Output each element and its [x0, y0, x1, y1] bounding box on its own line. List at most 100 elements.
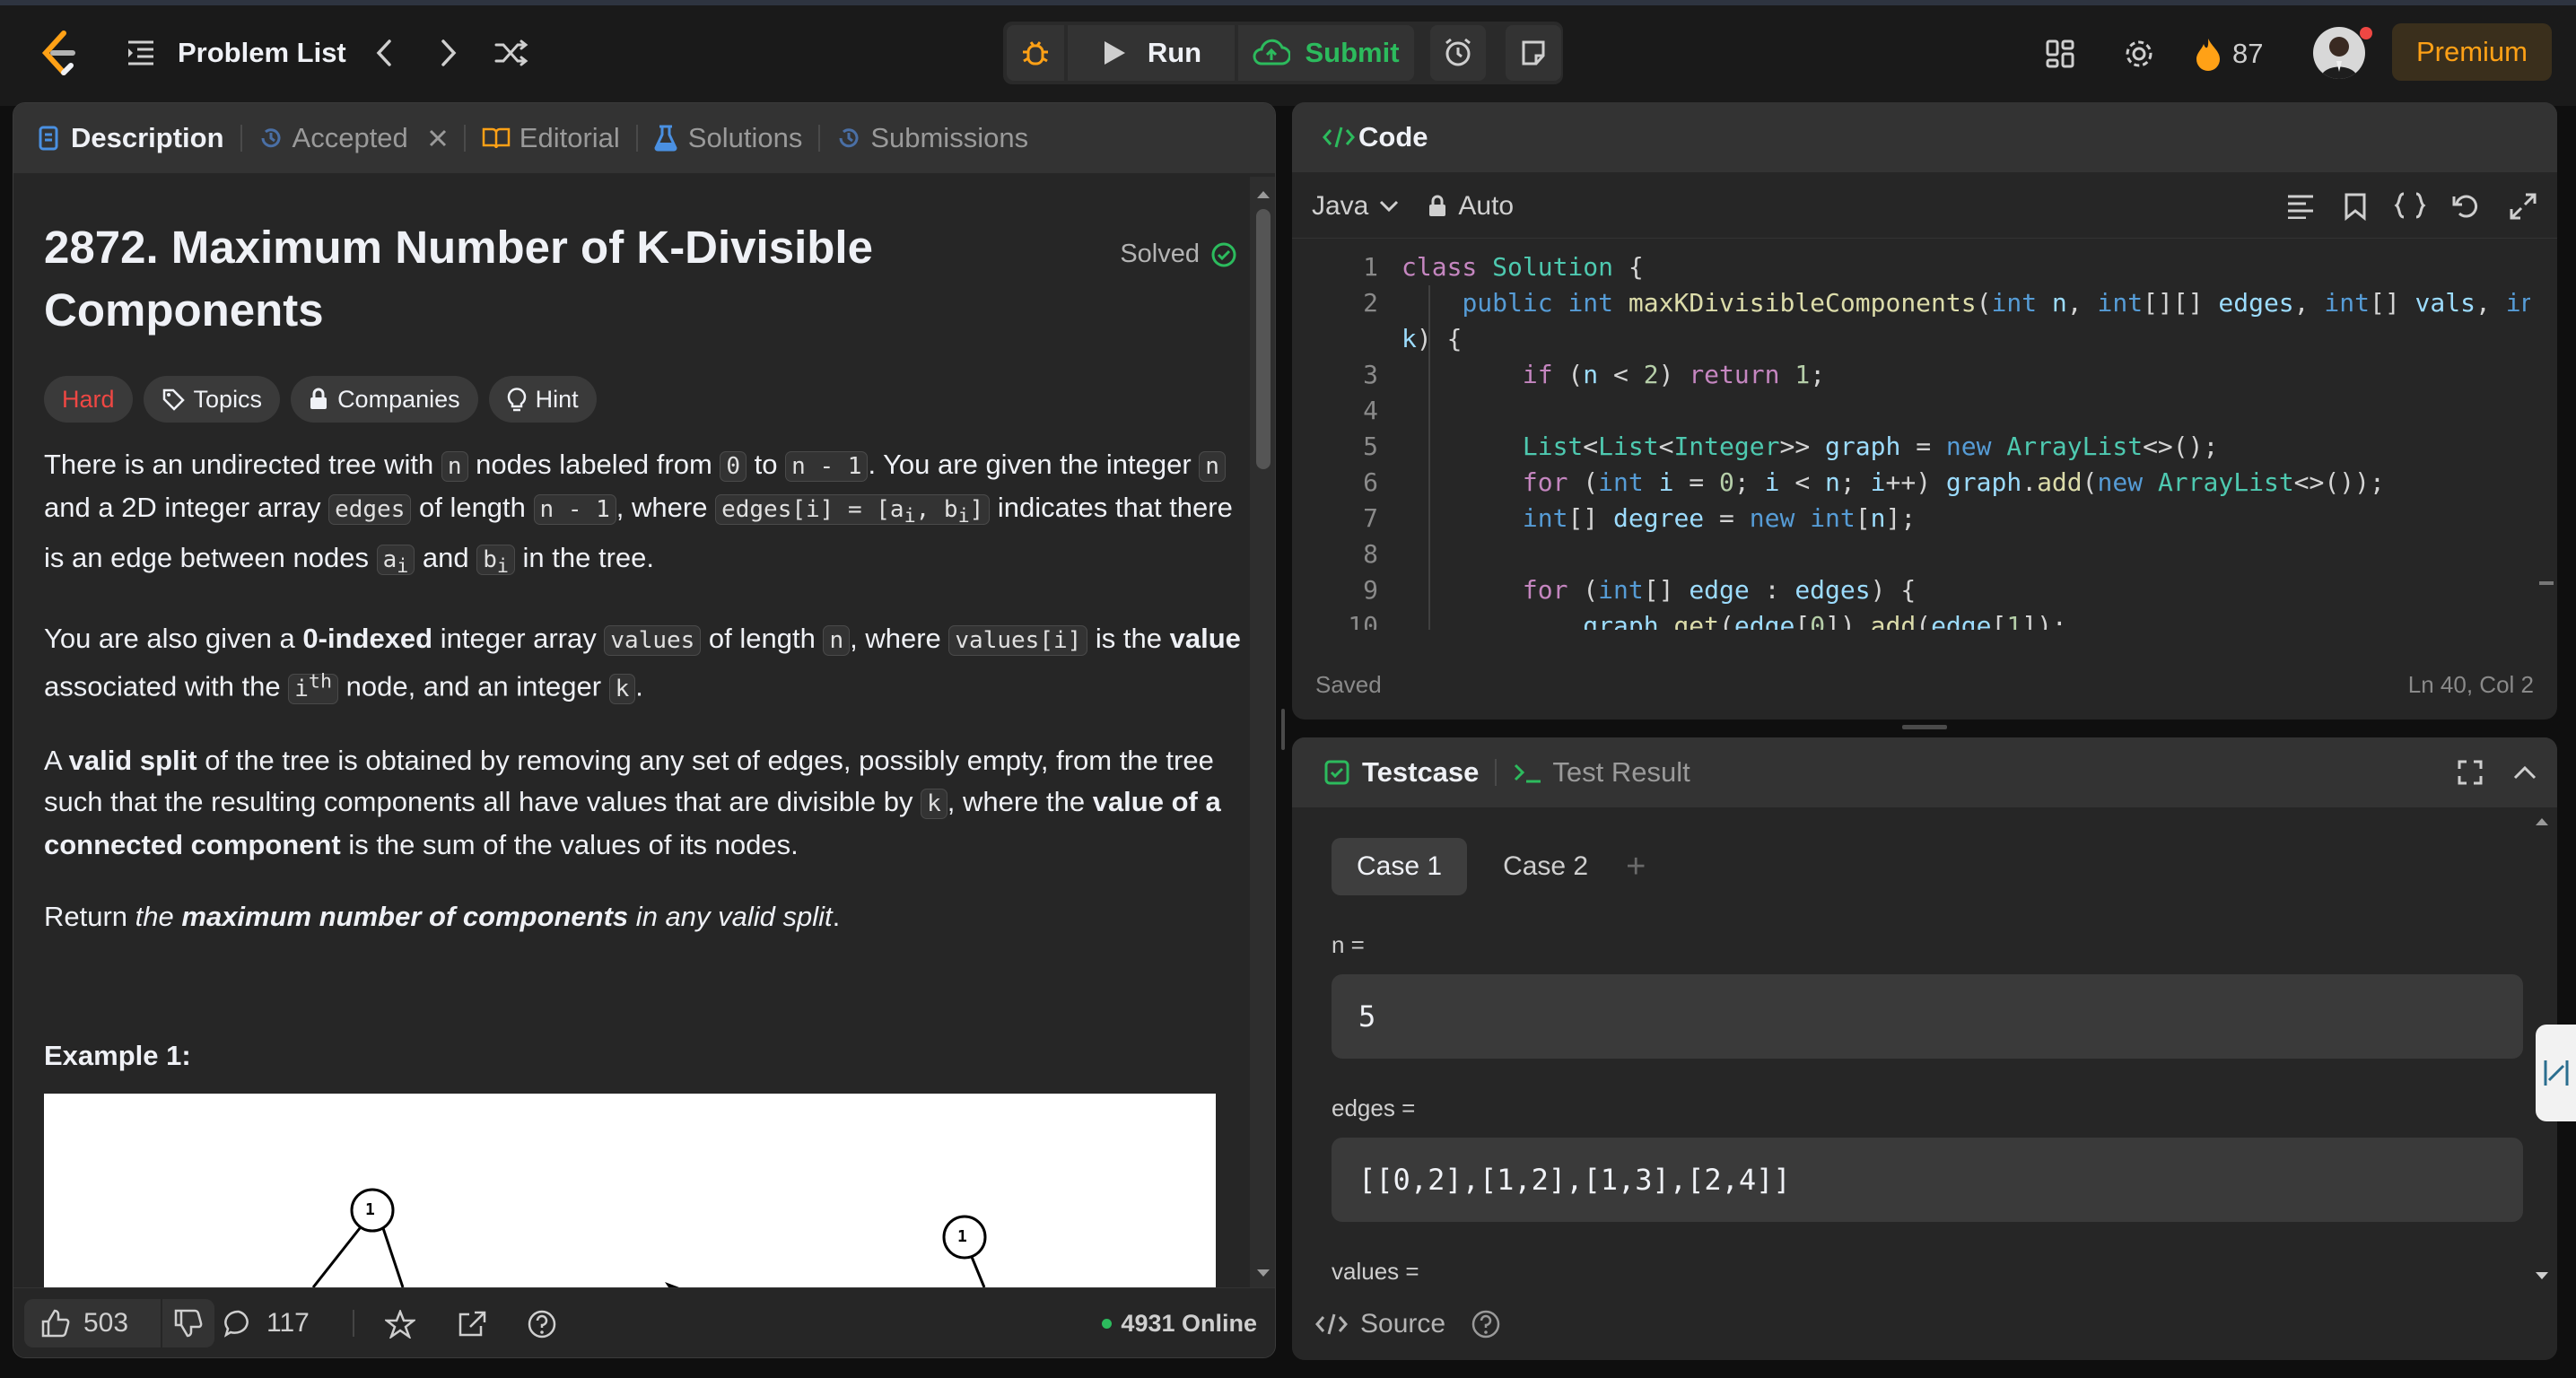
submit-label: Submit [1305, 37, 1400, 68]
bookmark-icon[interactable] [2344, 192, 2367, 221]
debug-icon[interactable] [1007, 25, 1064, 81]
add-case-button[interactable]: + [1613, 838, 1658, 895]
expand-icon[interactable] [2509, 192, 2537, 221]
tab-accepted[interactable]: Accepted [249, 103, 457, 173]
reset-icon[interactable] [2451, 192, 2480, 221]
code-line: k) { [1402, 324, 1463, 353]
tab-submissions[interactable]: Submissions [827, 103, 1037, 173]
share-icon[interactable] [457, 1310, 487, 1339]
tab-description[interactable]: Description [30, 103, 233, 173]
lightbulb-icon [507, 388, 526, 412]
code-line: for (int[] edge : edges) { [1522, 575, 1917, 605]
tab-separator [1495, 759, 1498, 786]
description-footer: 503 117 4931 Online [13, 1287, 1275, 1357]
help-icon[interactable] [1471, 1309, 1501, 1339]
line-number: 4 [1363, 396, 1378, 425]
dislike-button[interactable] [162, 1299, 214, 1347]
top-navigation-bar: Problem List Run Submit 87 Premium [0, 0, 2576, 106]
layout-grid-icon[interactable] [2042, 36, 2078, 72]
book-icon [482, 127, 511, 149]
editor-scroll-marker[interactable] [2539, 581, 2554, 585]
n-label: n = [1332, 931, 1365, 958]
like-count: 503 [83, 1308, 129, 1338]
comments-button[interactable]: 117 [223, 1299, 310, 1347]
tab-solutions[interactable]: Solutions [645, 103, 812, 173]
statement-paragraph: There is an undirected tree with n nodes… [44, 449, 1233, 579]
tab-code-label: Code [1358, 121, 1428, 153]
format-icon[interactable] [2286, 194, 2315, 219]
solved-status: Solved [1120, 240, 1237, 269]
shuffle-icon[interactable] [493, 36, 529, 70]
problem-statement: There is an undirected tree with n nodes… [44, 444, 1246, 938]
hint-chip[interactable]: Hint [488, 376, 597, 423]
lock-icon [1429, 195, 1446, 216]
help-icon[interactable] [527, 1309, 557, 1339]
companies-label: Companies [337, 385, 460, 413]
save-status: Saved [1315, 671, 1382, 698]
tab-separator [635, 125, 638, 152]
companies-chip[interactable]: Companies [291, 376, 478, 423]
list-icon[interactable] [126, 36, 156, 70]
like-button[interactable]: 503 [24, 1299, 161, 1347]
case-1-tab[interactable]: Case 1 [1332, 838, 1468, 895]
tab-test-result-label: Test Result [1552, 756, 1690, 788]
floating-side-tab[interactable] [2536, 1025, 2576, 1121]
horizontal-resize-handle[interactable] [1902, 725, 1947, 729]
language-selector[interactable]: Java [1312, 191, 1399, 222]
scrollbar-thumb[interactable] [1256, 209, 1271, 469]
star-icon[interactable] [385, 1310, 415, 1339]
run-button[interactable]: Run [1068, 25, 1235, 81]
auto-mode-toggle[interactable]: Auto [1428, 191, 1514, 222]
settings-gear-icon[interactable] [2121, 36, 2157, 72]
testcase-footer: Source [1292, 1288, 2557, 1360]
alarm-icon[interactable] [1430, 25, 1486, 81]
note-icon[interactable] [1506, 25, 1561, 81]
problem-title-line: Components [44, 284, 324, 336]
leetcode-logo[interactable] [34, 27, 79, 79]
cloud-upload-icon [1253, 39, 1291, 65]
code-tab-bar: Code [1292, 102, 2557, 172]
scroll-up-icon[interactable] [2530, 813, 2554, 831]
chevron-right-icon[interactable] [434, 36, 463, 70]
tree-node-label: 1 [957, 1227, 967, 1246]
streak-counter[interactable]: 87 [2195, 34, 2311, 74]
tab-code[interactable]: Code [1314, 102, 1437, 172]
history-icon [839, 128, 859, 148]
auto-mode-label: Auto [1458, 190, 1515, 221]
code-icon [1315, 1313, 1348, 1335]
line-number: 1 [1363, 252, 1378, 282]
description-scrollbar[interactable] [1250, 177, 1276, 1289]
source-label: Source [1360, 1309, 1446, 1339]
source-button[interactable]: Source [1315, 1309, 1445, 1339]
chevron-left-icon[interactable] [370, 36, 398, 70]
edges-input[interactable]: [[0,2],[1,2],[1,3],[2,4]] [1332, 1138, 2523, 1222]
solved-label: Solved [1120, 240, 1200, 268]
problem-list-link[interactable]: Problem List [178, 32, 346, 74]
chevron-down-icon [1380, 200, 1399, 212]
vertical-resize-handle[interactable] [1281, 709, 1285, 750]
code-line: List<List<Integer>> graph = new ArrayLis… [1522, 432, 2219, 461]
checkbox-icon [1324, 760, 1349, 785]
scroll-down-icon[interactable] [2530, 1267, 2554, 1285]
n-input[interactable]: 5 [1332, 974, 2523, 1059]
sidebar-toggle-icon [2544, 1060, 2568, 1086]
tab-editorial[interactable]: Editorial [473, 103, 629, 173]
topics-chip[interactable]: Topics [143, 376, 281, 423]
premium-button[interactable]: Premium [2392, 23, 2552, 81]
code-editor[interactable]: 1 class Solution { 2 public int maxKDivis… [1292, 249, 2530, 630]
braces-icon[interactable] [2394, 192, 2426, 219]
chevron-up-icon[interactable] [2512, 764, 2537, 781]
line-number: 5 [1363, 432, 1378, 461]
case-2-tab[interactable]: Case 2 [1478, 838, 1613, 895]
scroll-up-icon[interactable] [1250, 186, 1276, 204]
submit-button[interactable]: Submit [1238, 25, 1414, 81]
user-avatar[interactable] [2313, 27, 2365, 79]
problem-title: 2872. Maximum Number of K-Divisible Comp… [44, 216, 1246, 342]
statement-paragraph: You are also given a 0-indexed integer a… [44, 623, 1241, 705]
tag-chips: Hard Topics Companies Hint [44, 376, 1246, 423]
close-icon[interactable] [428, 128, 448, 148]
scroll-down-icon[interactable] [1250, 1264, 1276, 1282]
fullscreen-icon[interactable] [2457, 759, 2484, 786]
tab-test-result[interactable]: Test Result [1504, 737, 1698, 807]
tab-testcase[interactable]: Testcase [1315, 737, 1488, 807]
